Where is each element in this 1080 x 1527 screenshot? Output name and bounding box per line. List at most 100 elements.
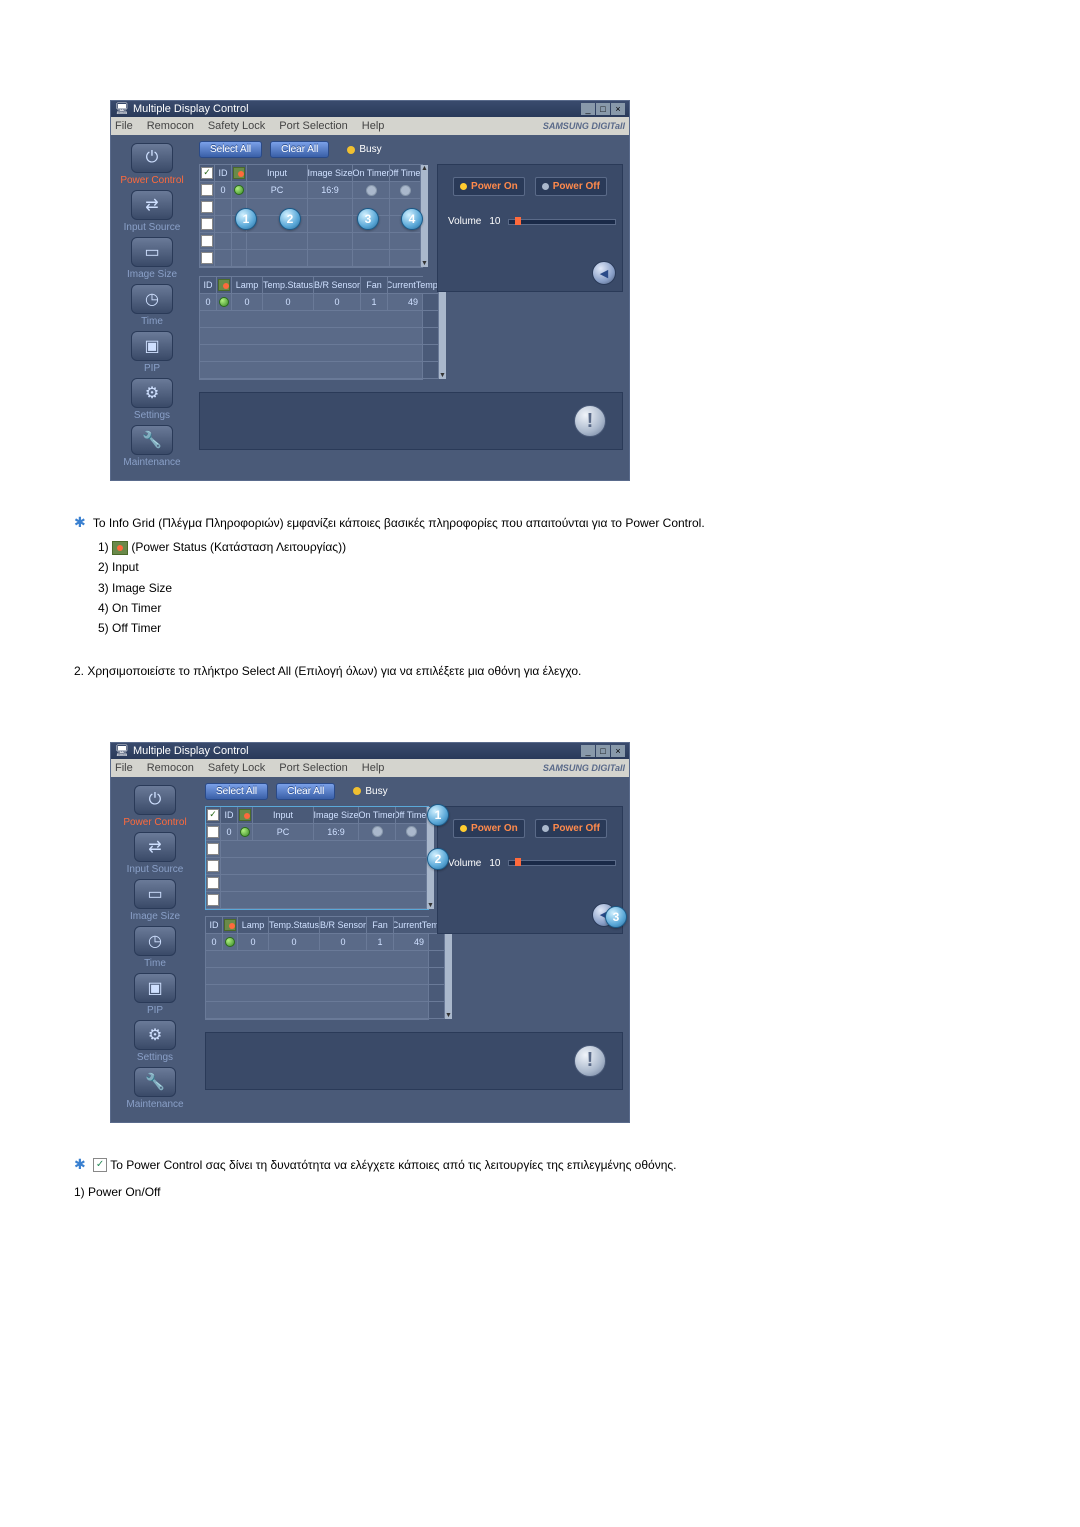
table-row[interactable]	[206, 892, 427, 909]
row-checkbox[interactable]	[207, 826, 219, 838]
row-checkbox[interactable]	[207, 894, 219, 906]
sidebar-item-image-size[interactable]: ▭ Image Size	[111, 237, 193, 280]
table-row[interactable]	[206, 875, 427, 892]
menu-remocon[interactable]: Remocon	[147, 120, 194, 132]
sidebar-item-time[interactable]: ◷ Time	[111, 284, 193, 327]
power-control-icon: ⏻	[131, 143, 173, 173]
sidebar-item-power-control[interactable]: ⏻ Power Control	[111, 143, 193, 186]
callout-4: 4	[401, 208, 423, 230]
volume-thumb[interactable]	[515, 217, 521, 225]
cell2-br-sensor: 0	[320, 934, 367, 950]
row-checkbox[interactable]	[201, 252, 213, 264]
power-off-button[interactable]: Power Off	[535, 819, 607, 838]
minimize-button[interactable]: _	[581, 103, 595, 115]
table-row[interactable]	[206, 841, 427, 858]
speaker-button[interactable]: ◀	[592, 261, 616, 285]
menu-remocon[interactable]: Remocon	[147, 762, 194, 774]
menu-file[interactable]: File	[115, 120, 133, 132]
volume-thumb[interactable]	[515, 858, 521, 866]
sidebar-item-settings[interactable]: ⚙ Settings	[111, 1020, 199, 1063]
table-row[interactable]	[200, 233, 421, 250]
table-row[interactable]	[200, 311, 439, 328]
header-checkbox[interactable]: ✓	[207, 809, 219, 821]
callout-2: 2	[279, 208, 301, 230]
sidebar-item-input-source[interactable]: ⇄ Input Source	[111, 832, 199, 875]
busy-indicator: Busy	[353, 786, 387, 797]
menu-file[interactable]: File	[115, 762, 133, 774]
sidebar-item-time[interactable]: ◷ Time	[111, 926, 199, 969]
col2-temp-status: Temp.Status	[263, 277, 314, 293]
table-row[interactable]	[206, 858, 427, 875]
power-off-button[interactable]: Power Off	[535, 177, 607, 196]
sidebar-item-input-source[interactable]: ⇄ Input Source	[111, 190, 193, 233]
table-row[interactable]: 0 PC 16:9	[206, 824, 427, 841]
row-checkbox[interactable]	[201, 235, 213, 247]
volume-slider[interactable]	[508, 860, 616, 866]
table-row[interactable]	[200, 250, 421, 267]
menu-port-selection[interactable]: Port Selection	[279, 120, 347, 132]
status-footer: !	[205, 1032, 623, 1090]
power-off-dot-icon	[542, 825, 549, 832]
cell2-temp-status: 0	[269, 934, 320, 950]
table-row[interactable]: 0 0 0 0 1 49	[206, 934, 445, 951]
row-checkbox[interactable]	[201, 218, 213, 230]
cell2-current-temp: 49	[394, 934, 445, 950]
table-row[interactable]	[200, 345, 439, 362]
row-checkbox[interactable]	[201, 184, 213, 196]
row-checkbox[interactable]	[201, 201, 213, 213]
power-on-label: Power On	[471, 823, 518, 834]
list-item: 1) (Power Status (Κατάσταση Λειτουργίας)…	[98, 537, 1020, 557]
table-row[interactable]	[200, 328, 439, 345]
table-row[interactable]	[206, 968, 445, 985]
select-all-button[interactable]: Select All	[205, 783, 268, 800]
table-row[interactable]: 0 0 0 0 1 49	[200, 294, 439, 311]
maximize-button[interactable]: □	[596, 103, 610, 115]
sidebar-item-power-control[interactable]: ⏻ Power Control	[111, 785, 199, 828]
cell2-fan: 1	[367, 934, 394, 950]
cell2-lamp: 0	[232, 294, 263, 310]
row-checkbox[interactable]	[207, 860, 219, 872]
table-row[interactable]: 0 PC 16:9	[200, 182, 421, 199]
close-button[interactable]: ×	[611, 745, 625, 757]
menu-safety-lock[interactable]: Safety Lock	[208, 762, 265, 774]
menu-port-selection[interactable]: Port Selection	[279, 762, 347, 774]
col-off-timer: Off Timer	[396, 807, 427, 823]
close-button[interactable]: ×	[611, 103, 625, 115]
sidebar-item-maintenance[interactable]: 🔧 Maintenance	[111, 1067, 199, 1110]
table-row[interactable]	[200, 362, 439, 379]
menu-help[interactable]: Help	[362, 762, 385, 774]
warning-icon: !	[574, 405, 606, 437]
power-on-button[interactable]: Power On	[453, 819, 525, 838]
maximize-button[interactable]: □	[596, 745, 610, 757]
clear-all-button[interactable]: Clear All	[276, 783, 335, 800]
foot-item-1: 1) Power On/Off	[74, 1182, 1020, 1202]
info-grid-header: ✓ ID Input Image Size On Timer Off Timer	[200, 165, 421, 182]
power-status-header-icon	[224, 919, 236, 931]
row-checkbox[interactable]	[207, 877, 219, 889]
cell-image-size: 16:9	[308, 182, 353, 198]
table-row[interactable]	[206, 985, 445, 1002]
select-all-button[interactable]: Select All	[199, 141, 262, 158]
menu-safety-lock[interactable]: Safety Lock	[208, 120, 265, 132]
header-checkbox[interactable]: ✓	[201, 167, 213, 179]
col2-temp-status: Temp.Status	[269, 917, 320, 933]
row-checkbox[interactable]	[207, 843, 219, 855]
sidebar-item-settings[interactable]: ⚙ Settings	[111, 378, 193, 421]
sidebar-item-image-size[interactable]: ▭ Image Size	[111, 879, 199, 922]
menu-help[interactable]: Help	[362, 120, 385, 132]
sidebar-label-settings: Settings	[111, 1052, 199, 1063]
power-on-button[interactable]: Power On	[453, 177, 525, 196]
table-row[interactable]	[206, 1002, 445, 1019]
table-row[interactable]	[206, 951, 445, 968]
volume-value: 10	[489, 216, 500, 227]
volume-slider[interactable]	[508, 219, 616, 225]
title-bar: 🖥 Multiple Display Control _ □ ×	[111, 743, 629, 759]
minimize-button[interactable]: _	[581, 745, 595, 757]
grid-scrollbar[interactable]: ▲▼	[439, 277, 446, 379]
sidebar-item-pip[interactable]: ▣ PIP	[111, 973, 199, 1016]
sidebar-item-maintenance[interactable]: 🔧 Maintenance	[111, 425, 193, 468]
power-on-dot-icon	[460, 183, 467, 190]
busy-label: Busy	[359, 144, 381, 155]
sidebar-item-pip[interactable]: ▣ PIP	[111, 331, 193, 374]
clear-all-button[interactable]: Clear All	[270, 141, 329, 158]
